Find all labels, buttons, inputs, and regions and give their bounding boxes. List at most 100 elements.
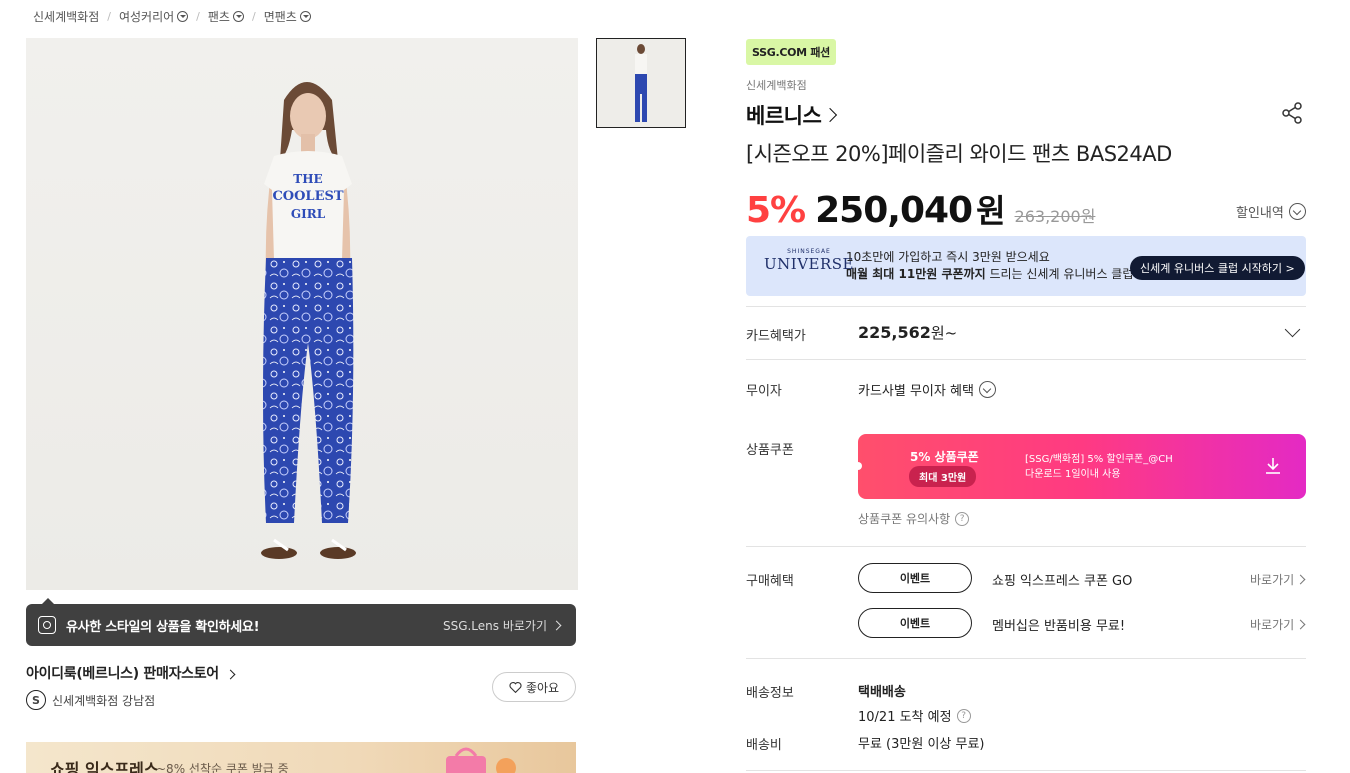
universe-club-banner[interactable]: SHINSEGAE UNIVERSE 10초만에 가입하고 즉시 3만원 받으세… bbox=[746, 236, 1306, 296]
card-benefit-price[interactable]: 225,562원~ bbox=[858, 322, 957, 343]
breadcrumb-separator: / bbox=[107, 10, 111, 23]
shirt-text-line: COOLEST bbox=[272, 189, 343, 204]
divider bbox=[746, 546, 1306, 547]
like-button[interactable]: 좋아요 bbox=[492, 672, 576, 702]
benefits-label: 구매혜택 bbox=[746, 574, 794, 589]
chevron-down-icon[interactable] bbox=[299, 11, 311, 22]
breadcrumb-label[interactable]: 신세계백화점 bbox=[33, 8, 99, 25]
lens-icon bbox=[38, 616, 56, 634]
store-badge-icon: S bbox=[26, 690, 46, 710]
breadcrumb-item-cotton-pants[interactable]: 면팬츠 bbox=[264, 8, 311, 25]
shipping-label: 배송정보 bbox=[746, 686, 794, 701]
universe-line2-rest: 드리는 신세계 유니버스 클럽 bbox=[985, 267, 1134, 281]
shirt-text-line: THE bbox=[293, 172, 322, 186]
sale-price-value: 250,040 bbox=[815, 190, 973, 231]
express-title: 쇼핑 익스프레스 bbox=[50, 760, 159, 773]
chevron-down-icon[interactable] bbox=[978, 381, 996, 398]
universe-start-button[interactable]: 신세계 유니버스 클럽 시작하기 > bbox=[1130, 256, 1305, 280]
chevron-down-icon[interactable] bbox=[1288, 203, 1306, 220]
thumbnail-photo bbox=[635, 44, 647, 122]
chevron-down-icon[interactable] bbox=[232, 11, 244, 22]
coupon-label: 상품쿠폰 bbox=[746, 443, 794, 458]
product-title: [시즌오프 20%]페이즐리 와이드 팬츠 BAS24AD bbox=[746, 142, 1172, 166]
card-price-suffix: 원~ bbox=[930, 324, 958, 342]
discount-rate: 5% bbox=[746, 190, 806, 231]
breadcrumb-label[interactable]: 여성커리어 bbox=[119, 8, 174, 25]
universe-line2: 매월 최대 11만원 쿠폰까지 드리는 신세계 유니버스 클럽 bbox=[846, 266, 1133, 283]
universe-text: 10초만에 가입하고 즉시 3만원 받으세요 매월 최대 11만원 쿠폰까지 드… bbox=[846, 249, 1133, 283]
shipping-method: 택배배송 bbox=[858, 685, 906, 700]
shopping-express-banner[interactable]: 쇼핑 익스프레스 ~8% 선착순 쿠폰 발급 중 bbox=[26, 742, 576, 773]
breadcrumb-item-pants[interactable]: 팬츠 bbox=[208, 8, 244, 25]
coupon-description: [SSG/백화점] 5% 할인쿠폰_@CH 다운로드 1일이내 사용 bbox=[1025, 452, 1173, 482]
coupon-notice-label[interactable]: 상품쿠폰 유의사항 bbox=[858, 510, 950, 527]
benefit-text: 멤버십은 반품비용 무료! bbox=[992, 619, 1126, 634]
sale-price: 250,040 원 bbox=[815, 186, 1005, 232]
benefit-go-link[interactable]: 바로가기 bbox=[1250, 571, 1306, 588]
coupon-notice[interactable]: 상품쿠폰 유의사항 ? bbox=[858, 510, 970, 527]
lens-link[interactable]: SSG.Lens 바로가기 bbox=[443, 617, 547, 634]
go-link-label[interactable]: 바로가기 bbox=[1250, 571, 1294, 588]
go-link-label[interactable]: 바로가기 bbox=[1250, 616, 1294, 633]
store-name[interactable]: 아이디룩(베르니스) 판매자스토어 bbox=[26, 666, 219, 682]
currency: 원 bbox=[976, 192, 1005, 230]
chevron-right-icon bbox=[823, 107, 838, 123]
gift-bag-illustration bbox=[446, 747, 516, 773]
installment-label: 무이자 bbox=[746, 384, 782, 399]
divider bbox=[746, 770, 1306, 771]
price-row: 5% 250,040 원 263,200원 bbox=[746, 186, 1095, 232]
coupon-title: 5% 상품쿠폰 bbox=[910, 450, 979, 464]
chevron-right-icon bbox=[226, 669, 236, 680]
ssg-fashion-badge: SSG.COM 패션 bbox=[746, 39, 836, 65]
share-icon[interactable] bbox=[1280, 101, 1304, 125]
chevron-right-icon bbox=[1295, 574, 1306, 585]
universe-line1: 10초만에 가입하고 즉시 3만원 받으세요 bbox=[846, 250, 1050, 264]
discount-detail-toggle[interactable]: 할인내역 bbox=[1236, 202, 1306, 221]
breadcrumb-label[interactable]: 팬츠 bbox=[208, 8, 230, 25]
discount-detail-label[interactable]: 할인내역 bbox=[1236, 202, 1284, 221]
shipping-eta-text: 10/21 도착 예정 bbox=[858, 710, 952, 725]
shirt-text-line: GIRL bbox=[291, 207, 326, 221]
installment-text[interactable]: 카드사별 무이자 혜택 bbox=[858, 380, 974, 399]
event-button[interactable]: 이벤트 bbox=[858, 563, 972, 593]
product-thumbnail[interactable] bbox=[596, 38, 686, 128]
chevron-down-icon[interactable] bbox=[177, 11, 189, 22]
coupon-desc-line2: 다운로드 1일이내 사용 bbox=[1025, 469, 1121, 480]
shipping-fee-value: 무료 (3만원 이상 무료) bbox=[858, 737, 985, 752]
question-icon[interactable]: ? bbox=[955, 511, 970, 526]
brand-link[interactable]: 베르니스 bbox=[746, 100, 838, 130]
heart-icon bbox=[509, 682, 522, 693]
breadcrumb: 신세계백화점 / 여성커리어 / 팬츠 / 면팬츠 bbox=[33, 8, 311, 25]
card-price-value: 225,562 bbox=[858, 323, 931, 342]
chevron-right-icon bbox=[551, 620, 562, 630]
question-icon[interactable]: ? bbox=[956, 708, 971, 723]
like-label: 좋아요 bbox=[525, 680, 560, 695]
coupon-desc-line1: [SSG/백화점] 5% 할인쿠폰_@CH bbox=[1025, 454, 1173, 465]
shipping-eta: 10/21 도착 예정 ? bbox=[858, 706, 971, 725]
brand-name[interactable]: 베르니스 bbox=[746, 100, 822, 130]
express-subtitle: ~8% 선착순 쿠폰 발급 중 bbox=[156, 762, 289, 773]
download-icon[interactable] bbox=[1264, 456, 1282, 476]
breadcrumb-item-shinsegae[interactable]: 신세계백화점 bbox=[33, 8, 99, 25]
ssg-lens-bar[interactable]: 유사한 스타일의 상품을 확인하세요! SSG.Lens 바로가기 bbox=[26, 598, 576, 646]
universe-logo: SHINSEGAE UNIVERSE bbox=[764, 248, 854, 273]
breadcrumb-separator: / bbox=[196, 10, 200, 23]
installment-value[interactable]: 카드사별 무이자 혜택 bbox=[858, 380, 996, 399]
divider bbox=[746, 359, 1306, 360]
store-link[interactable]: 아이디룩(베르니스) 판매자스토어 bbox=[26, 663, 236, 683]
product-main-image[interactable]: THE COOLEST GIRL bbox=[26, 38, 578, 590]
divider bbox=[746, 306, 1306, 307]
chevron-down-icon[interactable] bbox=[1284, 321, 1301, 338]
store-branch: S 신세계백화점 강남점 bbox=[26, 690, 155, 710]
benefit-text: 쇼핑 익스프레스 쿠폰 GO bbox=[992, 574, 1133, 589]
department-name: 신세계백화점 bbox=[746, 79, 807, 92]
benefit-go-link[interactable]: 바로가기 bbox=[1250, 616, 1306, 633]
universe-logo-big: UNIVERSE bbox=[764, 255, 854, 273]
event-button[interactable]: 이벤트 bbox=[858, 608, 972, 638]
product-coupon[interactable]: 5% 상품쿠폰 최대 3만원 [SSG/백화점] 5% 할인쿠폰_@CH 다운로… bbox=[854, 434, 1306, 499]
breadcrumb-item-women-career[interactable]: 여성커리어 bbox=[119, 8, 189, 25]
coupon-notch bbox=[854, 462, 862, 470]
breadcrumb-separator: / bbox=[251, 10, 256, 23]
breadcrumb-label[interactable]: 면팬츠 bbox=[264, 8, 297, 25]
original-price: 263,200원 bbox=[1014, 207, 1096, 226]
